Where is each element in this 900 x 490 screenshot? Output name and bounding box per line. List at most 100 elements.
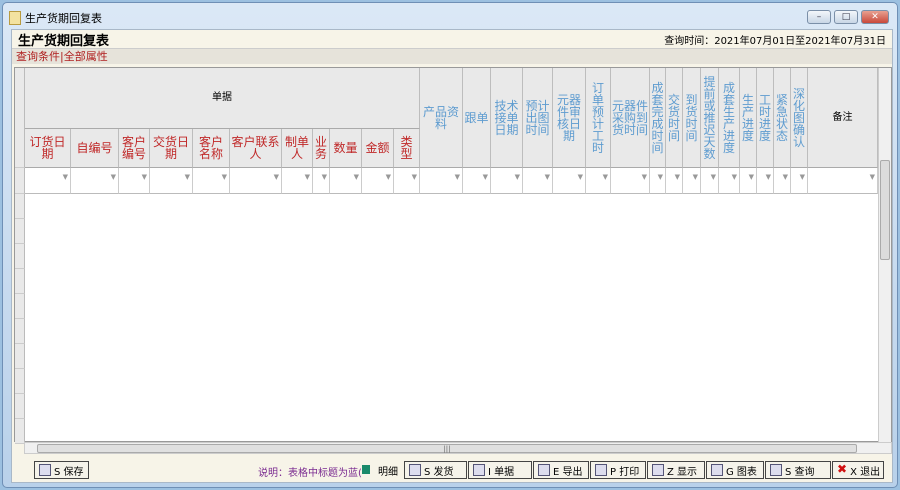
filter-dropdown-icon[interactable]: ▼: [783, 173, 788, 181]
column-header[interactable]: 订单预计工时: [586, 68, 611, 168]
filter-dropdown-icon[interactable]: ▼: [412, 173, 417, 181]
column-header[interactable]: 元器件审核日期: [553, 68, 586, 168]
column-header[interactable]: 客户名称: [193, 129, 230, 168]
filter-dropdown-icon[interactable]: ▼: [658, 173, 663, 181]
toolbar-button[interactable]: S 查询: [765, 461, 831, 479]
column-filter[interactable]: ▼: [313, 168, 330, 194]
column-header[interactable]: 技术接单日期: [491, 68, 523, 168]
toolbar-button[interactable]: E 导出: [533, 461, 589, 479]
column-filter[interactable]: ▼: [650, 168, 666, 194]
filter-dropdown-icon[interactable]: ▼: [515, 173, 520, 181]
horizontal-scroll-thumb[interactable]: |||: [37, 444, 857, 453]
filter-dropdown-icon[interactable]: ▼: [185, 173, 190, 181]
column-header[interactable]: 类型: [394, 129, 420, 168]
column-header[interactable]: 客户编号: [119, 129, 150, 168]
filter-dropdown-icon[interactable]: ▼: [305, 173, 310, 181]
toolbar-button[interactable]: P 打印: [590, 461, 646, 479]
column-filter[interactable]: ▼: [611, 168, 650, 194]
filter-dropdown-icon[interactable]: ▼: [675, 173, 680, 181]
column-header[interactable]: 制单人: [282, 129, 313, 168]
column-header[interactable]: 工时进度: [757, 68, 774, 168]
filter-dropdown-icon[interactable]: ▼: [142, 173, 147, 181]
toolbar-button[interactable]: Z 显示: [647, 461, 705, 479]
column-header[interactable]: 元器件采购到货时间: [611, 68, 650, 168]
filter-dropdown-icon[interactable]: ▼: [711, 173, 716, 181]
tab-query-conditions[interactable]: 查询条件: [16, 50, 60, 63]
filter-dropdown-icon[interactable]: ▼: [766, 173, 771, 181]
column-header[interactable]: 金额: [362, 129, 394, 168]
column-header[interactable]: 自编号: [71, 129, 119, 168]
column-filter[interactable]: ▼: [666, 168, 683, 194]
filter-dropdown-icon[interactable]: ▼: [732, 173, 737, 181]
tab-all-properties[interactable]: 全部属性: [64, 50, 108, 63]
toolbar-button[interactable]: S 发货: [404, 461, 467, 479]
column-header[interactable]: 客户联系人: [230, 129, 282, 168]
maximize-button[interactable]: □: [834, 10, 858, 24]
column-filter[interactable]: ▼: [757, 168, 774, 194]
column-header[interactable]: 生产进度: [740, 68, 757, 168]
column-filter[interactable]: ▼: [119, 168, 150, 194]
column-filter[interactable]: ▼: [463, 168, 491, 194]
column-header[interactable]: 提前或推迟天数: [701, 68, 719, 168]
close-button[interactable]: ✕: [861, 10, 889, 24]
column-filter[interactable]: ▼: [230, 168, 282, 194]
column-filter[interactable]: ▼: [774, 168, 791, 194]
column-filter[interactable]: ▼: [25, 168, 71, 194]
column-filter[interactable]: ▼: [282, 168, 313, 194]
column-filter[interactable]: ▼: [71, 168, 119, 194]
column-filter[interactable]: ▼: [740, 168, 757, 194]
filter-dropdown-icon[interactable]: ▼: [354, 173, 359, 181]
filter-dropdown-icon[interactable]: ▼: [545, 173, 550, 181]
filter-dropdown-icon[interactable]: ▼: [578, 173, 583, 181]
column-filter[interactable]: ▼: [362, 168, 394, 194]
data-grid[interactable]: 单据 订货日期 ▼ 自编号 ▼ 客户编号 ▼ 交货日期 ▼ 客户名称 ▼ 客户联系人 ▼ 制单人 ▼ 业务 ▼ 数…: [14, 67, 892, 444]
save-button[interactable]: S 保存: [34, 461, 89, 479]
column-filter[interactable]: ▼: [394, 168, 420, 194]
column-filter[interactable]: ▼: [808, 168, 878, 194]
filter-dropdown-icon[interactable]: ▼: [222, 173, 227, 181]
column-header[interactable]: 备注: [808, 68, 878, 168]
filter-dropdown-icon[interactable]: ▼: [642, 173, 647, 181]
column-header[interactable]: 业务: [313, 129, 330, 168]
filter-dropdown-icon[interactable]: ▼: [322, 173, 327, 181]
filter-dropdown-icon[interactable]: ▼: [111, 173, 116, 181]
column-filter[interactable]: ▼: [683, 168, 701, 194]
column-header[interactable]: 成套生产进度: [719, 68, 740, 168]
minimize-button[interactable]: –: [807, 10, 831, 24]
toolbar-button[interactable]: ✖ X 退出: [832, 461, 884, 479]
filter-dropdown-icon[interactable]: ▼: [800, 173, 805, 181]
column-header[interactable]: 预计出图时间: [523, 68, 553, 168]
column-filter[interactable]: ▼: [330, 168, 362, 194]
filter-dropdown-icon[interactable]: ▼: [455, 173, 460, 181]
filter-dropdown-icon[interactable]: ▼: [693, 173, 698, 181]
column-header[interactable]: 到货时间: [683, 68, 701, 168]
column-filter[interactable]: ▼: [586, 168, 611, 194]
column-filter[interactable]: ▼: [701, 168, 719, 194]
column-header[interactable]: 深化图确认: [791, 68, 808, 168]
column-filter[interactable]: ▼: [791, 168, 808, 194]
column-filter[interactable]: ▼: [523, 168, 553, 194]
column-header[interactable]: 数量: [330, 129, 362, 168]
column-header[interactable]: 交货时间: [666, 68, 683, 168]
column-header[interactable]: 跟单: [463, 68, 491, 168]
filter-dropdown-icon[interactable]: ▼: [63, 173, 68, 181]
filter-dropdown-icon[interactable]: ▼: [749, 173, 754, 181]
filter-dropdown-icon[interactable]: ▼: [870, 173, 875, 181]
column-filter[interactable]: ▼: [491, 168, 523, 194]
vertical-scrollbar[interactable]: [878, 68, 891, 442]
filter-dropdown-icon[interactable]: ▼: [386, 173, 391, 181]
scroll-thumb[interactable]: [880, 160, 890, 260]
column-filter[interactable]: ▼: [553, 168, 586, 194]
column-header[interactable]: 交货日期: [150, 129, 193, 168]
column-header[interactable]: 产品资料: [420, 68, 463, 168]
filter-dropdown-icon[interactable]: ▼: [603, 173, 608, 181]
toolbar-button[interactable]: G 图表: [706, 461, 764, 479]
column-filter[interactable]: ▼: [719, 168, 740, 194]
filter-dropdown-icon[interactable]: ▼: [274, 173, 279, 181]
horizontal-scrollbar[interactable]: |||: [24, 442, 892, 454]
column-filter[interactable]: ▼: [193, 168, 230, 194]
filter-dropdown-icon[interactable]: ▼: [483, 173, 488, 181]
column-header[interactable]: 成套完成时间: [650, 68, 666, 168]
toolbar-button[interactable]: I 单据: [468, 461, 532, 479]
column-header[interactable]: 订货日期: [25, 129, 71, 168]
